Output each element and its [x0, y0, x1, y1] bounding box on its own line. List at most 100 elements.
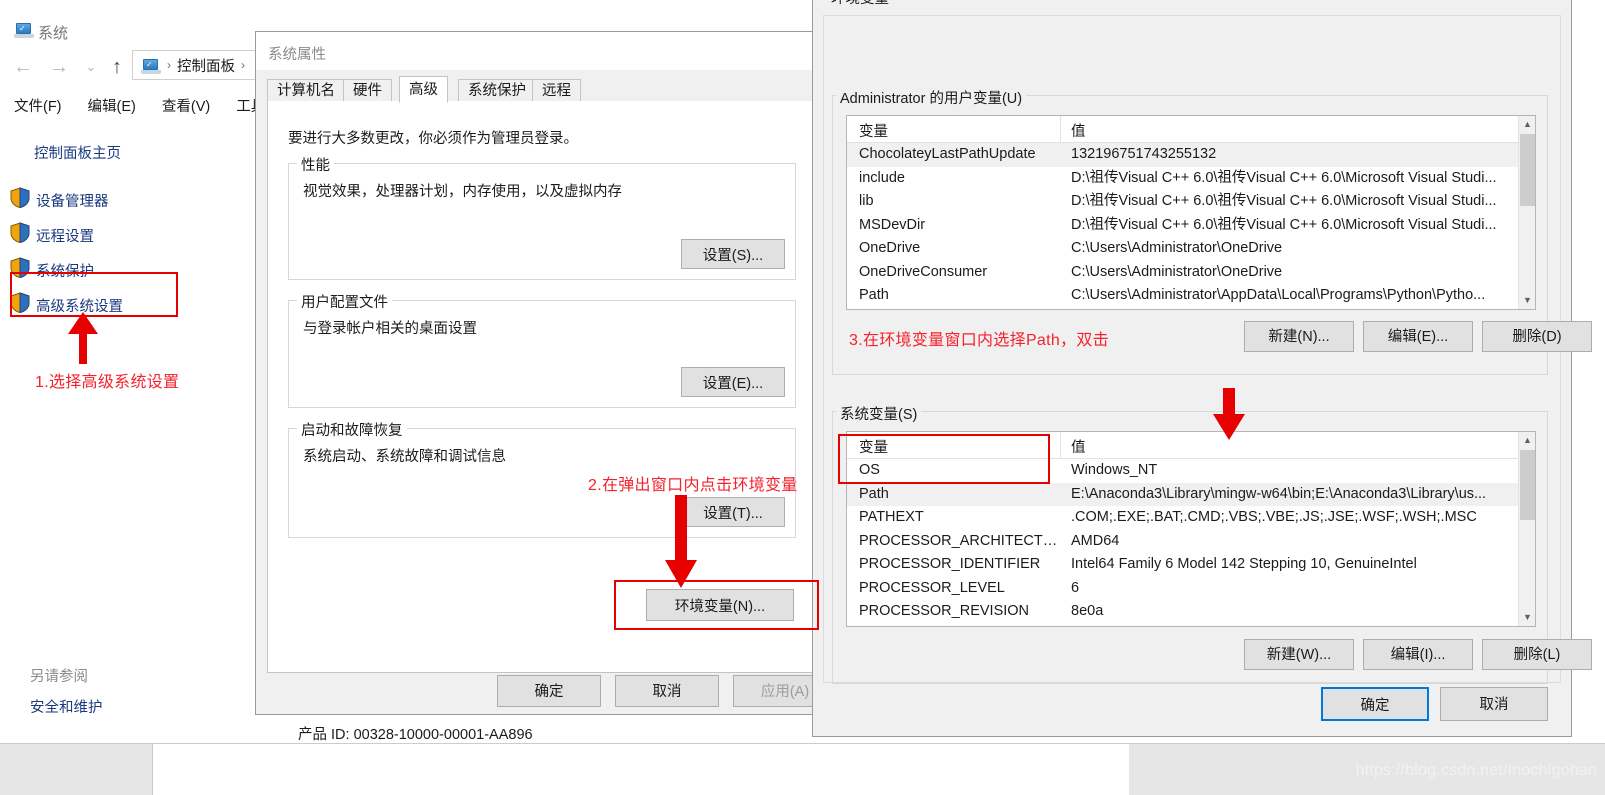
- scrollbar-thumb[interactable]: [1520, 134, 1535, 206]
- system-properties-tabstrip: 计算机名 硬件 高级 系统保护 远程: [267, 76, 813, 103]
- system-properties-advanced-pane: 要进行大多数更改，你必须作为管理员登录。 性能 视觉效果，处理器计划，内存使用，…: [267, 101, 813, 673]
- variable-value: C:\Users\Administrator\OneDrive: [1071, 263, 1283, 280]
- system-variable-new-button[interactable]: 新建(W)...: [1244, 639, 1354, 670]
- variable-name: PATHEXT: [859, 509, 924, 525]
- annotation-step-2: 2.在弹出窗口内点击环境变量: [588, 477, 798, 494]
- tab-system-protection[interactable]: 系统保护: [458, 79, 536, 102]
- table-row[interactable]: PROCESSOR_IDENTIFIER Intel64 Family 6 Mo…: [847, 553, 1535, 577]
- breadcrumb-item-control-panel[interactable]: 控制面板: [177, 55, 235, 76]
- menu-file[interactable]: 文件(F): [14, 95, 62, 121]
- user-variable-delete-button[interactable]: 删除(D): [1482, 321, 1592, 352]
- variable-name: PROCESSOR_ARCHITECTURE: [859, 532, 1059, 549]
- variable-value: .COM;.EXE;.BAT;.CMD;.VBS;.VBE;.JS;.JSE;.…: [1071, 509, 1477, 525]
- user-profiles-description: 与登录帐户相关的桌面设置: [303, 321, 477, 337]
- system-variables-rows: OS Windows_NT Path E:\Anaconda3\Library\…: [847, 459, 1535, 626]
- user-profiles-group: 用户配置文件 与登录帐户相关的桌面设置 设置(E)...: [288, 291, 796, 408]
- table-row[interactable]: include D:\祖传Visual C++ 6.0\祖传Visual C++…: [847, 167, 1535, 191]
- scroll-up-icon[interactable]: ▲: [1519, 116, 1535, 133]
- table-row[interactable]: OneDrive C:\Users\Administrator\OneDrive: [847, 237, 1535, 261]
- column-header-value[interactable]: 值: [1071, 120, 1086, 141]
- table-row[interactable]: MSDevDir D:\祖传Visual C++ 6.0\祖传Visual C+…: [847, 214, 1535, 238]
- menu-view[interactable]: 查看(V): [162, 95, 210, 121]
- column-header-name[interactable]: 变量: [859, 436, 888, 457]
- scrollbar-thumb[interactable]: [1520, 450, 1535, 520]
- table-row[interactable]: PATHEXT .COM;.EXE;.BAT;.CMD;.VBS;.VBE;.J…: [847, 506, 1535, 530]
- system-variables-table[interactable]: 变量 值 OS Windows_NT Path E:\Anaconda3\Lib…: [846, 431, 1536, 627]
- table-row[interactable]: PROCESSOR_ARCHITECTURE AMD64: [847, 530, 1535, 554]
- sidebar-item-system-protection[interactable]: 系统保护: [36, 260, 94, 281]
- table-row[interactable]: TEMP C:\Users\Administrator\AppData\Loca…: [847, 308, 1535, 310]
- forward-icon[interactable]: →: [46, 54, 72, 80]
- variable-name: PROCESSOR_REVISION: [859, 603, 1030, 619]
- sidebar-home-link[interactable]: 控制面板主页: [34, 142, 121, 163]
- system-properties-ok-button[interactable]: 确定: [497, 675, 601, 707]
- tab-advanced[interactable]: 高级: [399, 76, 448, 103]
- startup-recovery-settings-button[interactable]: 设置(T)...: [681, 497, 785, 527]
- column-header-name[interactable]: 变量: [859, 120, 888, 141]
- annotation-step-1: 1.选择高级系统设置: [35, 374, 180, 391]
- variable-value: 8e0a: [1071, 603, 1104, 619]
- table-row[interactable]: OneDriveConsumer C:\Users\Administrator\…: [847, 261, 1535, 285]
- environment-variables-button[interactable]: 环境变量(N)...: [646, 589, 794, 621]
- table-row[interactable]: lib D:\祖传Visual C++ 6.0\祖传Visual C++ 6.0…: [847, 190, 1535, 214]
- variable-name: Path: [859, 287, 889, 303]
- system-variable-edit-button[interactable]: 编辑(I)...: [1363, 639, 1473, 670]
- variable-name: MSDevDir: [859, 216, 926, 233]
- variable-name: OneDriveConsumer: [859, 263, 988, 280]
- table-row[interactable]: Path E:\Anaconda3\Library\mingw-w64\bin;…: [847, 482, 1535, 506]
- see-also-security-maintenance-link[interactable]: 安全和维护: [30, 696, 103, 717]
- table-row[interactable]: PROCESSOR_LEVEL 6: [847, 577, 1535, 601]
- table-row[interactable]: PSModulePath %ProgramFiles%\WindowsPower…: [847, 624, 1535, 627]
- table-row[interactable]: Path C:\Users\Administrator\AppData\Loca…: [847, 284, 1535, 308]
- system-variables-table-header: 变量 值: [847, 432, 1535, 459]
- menu-edit[interactable]: 编辑(E): [88, 95, 136, 121]
- tab-remote[interactable]: 远程: [532, 79, 581, 102]
- table-row[interactable]: ChocolateyLastPathUpdate 132196751743255…: [847, 143, 1535, 167]
- taskbar-left-segment: [0, 744, 153, 795]
- column-header-value[interactable]: 值: [1071, 436, 1086, 457]
- table-row[interactable]: PROCESSOR_REVISION 8e0a: [847, 600, 1535, 624]
- env-ok-button[interactable]: 确定: [1321, 687, 1429, 721]
- env-cancel-button[interactable]: 取消: [1440, 687, 1548, 721]
- variable-name: PROCESSOR_LEVEL: [859, 579, 1005, 596]
- system-variable-delete-button[interactable]: 删除(L): [1482, 639, 1592, 670]
- back-icon[interactable]: ←: [10, 54, 36, 80]
- variable-value: %ProgramFiles%\WindowsPowerShell\Modules…: [1071, 624, 1535, 627]
- user-variable-new-button[interactable]: 新建(N)...: [1244, 321, 1354, 352]
- shield-icon: [10, 292, 30, 313]
- variable-name: TEMP: [859, 308, 1059, 310]
- sidebar-item-advanced-system-settings[interactable]: 高级系统设置: [36, 295, 123, 316]
- scroll-down-icon[interactable]: ▼: [1519, 609, 1535, 626]
- column-divider[interactable]: [1060, 432, 1061, 459]
- variable-value: 6: [1071, 579, 1080, 596]
- variable-value: E:\Anaconda3\Library\mingw-w64\bin;E:\An…: [1071, 485, 1487, 502]
- variable-name: PSModulePath: [859, 624, 1059, 627]
- computer-icon: ✓: [141, 59, 161, 75]
- user-variables-table-header: 变量 值: [847, 116, 1535, 143]
- sidebar-item-remote-settings[interactable]: 远程设置: [36, 225, 94, 246]
- user-variable-edit-button[interactable]: 编辑(E)...: [1363, 321, 1473, 352]
- scroll-up-icon[interactable]: ▲: [1519, 432, 1535, 449]
- tab-hardware[interactable]: 硬件: [343, 79, 392, 102]
- performance-description: 视觉效果，处理器计划，内存使用，以及虚拟内存: [303, 184, 622, 200]
- variable-name: OneDrive: [859, 240, 921, 256]
- control-panel-sidebar: 控制面板主页 设备管理器 远程设置 系统保护 高级系统设置: [0, 130, 250, 690]
- variable-name: include: [859, 169, 905, 186]
- tab-computer-name[interactable]: 计算机名: [267, 79, 345, 102]
- breadcrumb-separator: ›: [167, 58, 171, 72]
- performance-settings-button[interactable]: 设置(S)...: [681, 239, 785, 269]
- variable-name: PROCESSOR_IDENTIFIER: [859, 556, 1041, 572]
- up-icon[interactable]: ↑: [104, 54, 130, 80]
- scroll-down-icon[interactable]: ▼: [1519, 292, 1535, 309]
- chevron-down-icon[interactable]: ⌄: [78, 54, 104, 80]
- system-properties-cancel-button[interactable]: 取消: [615, 675, 719, 707]
- table-row[interactable]: OS Windows_NT: [847, 459, 1535, 483]
- sidebar-item-device-manager[interactable]: 设备管理器: [36, 190, 109, 211]
- user-variables-scrollbar[interactable]: ▲ ▼: [1518, 116, 1535, 309]
- see-also-heading: 另请参阅: [30, 669, 88, 685]
- screenshot-root: ✓ 系统 ← → ⌄ ↑ ✓ › 控制面板 › 文件(F) 编辑(E) 查看(V…: [0, 0, 1605, 795]
- column-divider[interactable]: [1060, 116, 1061, 143]
- user-profiles-settings-button[interactable]: 设置(E)...: [681, 367, 785, 397]
- user-variables-table[interactable]: 变量 值 ChocolateyLastPathUpdate 1321967517…: [846, 115, 1536, 310]
- system-variables-scrollbar[interactable]: ▲ ▼: [1518, 432, 1535, 626]
